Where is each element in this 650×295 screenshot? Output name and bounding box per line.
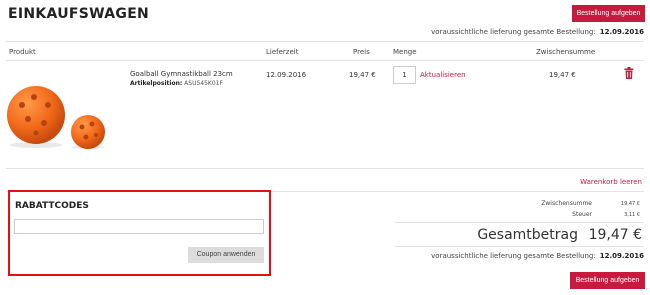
apply-coupon-button[interactable]: Coupon anwenden	[188, 247, 264, 263]
divider	[6, 60, 644, 61]
column-header-delivery: Lieferzeit	[266, 48, 299, 56]
subtotal-value: 19,47 €	[620, 201, 640, 207]
row-subtotal: 19,47 €	[549, 71, 576, 79]
sku-label: Artikelposition:	[130, 80, 183, 87]
coupon-code-input[interactable]	[14, 219, 264, 234]
delivery-estimate-top: voraussichtliche lieferung gesamte Beste…	[431, 28, 644, 36]
delivery-date: 12.09.2016	[599, 252, 644, 260]
delivery-date: 12.09.2016	[599, 28, 644, 36]
divider	[395, 222, 644, 223]
column-header-subtotal: Zwischensumme	[536, 48, 596, 56]
subtotal-label: Zwischensumme	[541, 200, 592, 207]
tax-label: Steuer	[572, 211, 592, 218]
total-value: 19,47 €	[588, 227, 642, 243]
product-sku: Artikelposition: ASU545K01F	[130, 80, 223, 87]
product-image[interactable]	[6, 75, 106, 150]
update-link[interactable]: Aktualisieren	[420, 71, 466, 79]
row-price: 19,47 €	[349, 71, 376, 79]
total-label: Gesamtbetrag	[477, 227, 578, 243]
trash-icon[interactable]	[624, 67, 634, 79]
coupon-title: RABATTCODES	[15, 201, 89, 211]
sku-value: ASU545K01F	[184, 80, 223, 87]
divider	[395, 246, 644, 247]
page-title: EINKAUFSWAGEN	[8, 6, 150, 22]
checkout-button-bottom[interactable]: Bestellung aufgeben	[570, 272, 645, 289]
delivery-estimate-bottom: voraussichtliche lieferung gesamte Beste…	[431, 252, 644, 260]
row-delivery: 12.09.2016	[266, 71, 307, 79]
divider	[6, 168, 644, 169]
divider	[6, 41, 644, 42]
delivery-label: voraussichtliche lieferung gesamte Beste…	[431, 28, 596, 36]
delivery-label: voraussichtliche lieferung gesamte Beste…	[431, 252, 596, 260]
column-header-quantity: Menge	[393, 48, 417, 56]
clear-cart-link[interactable]: Warenkorb leeren	[580, 178, 642, 186]
checkout-button-top[interactable]: Bestellung aufgeben	[572, 5, 645, 22]
quantity-input[interactable]	[393, 66, 416, 84]
product-name[interactable]: Goalball Gymnastikball 23cm	[130, 70, 233, 78]
column-header-product: Produkt	[9, 48, 36, 56]
column-header-price: Preis	[353, 48, 370, 56]
tax-value: 3,11 €	[624, 212, 640, 218]
coupon-panel: RABATTCODES Coupon anwenden	[8, 190, 271, 276]
